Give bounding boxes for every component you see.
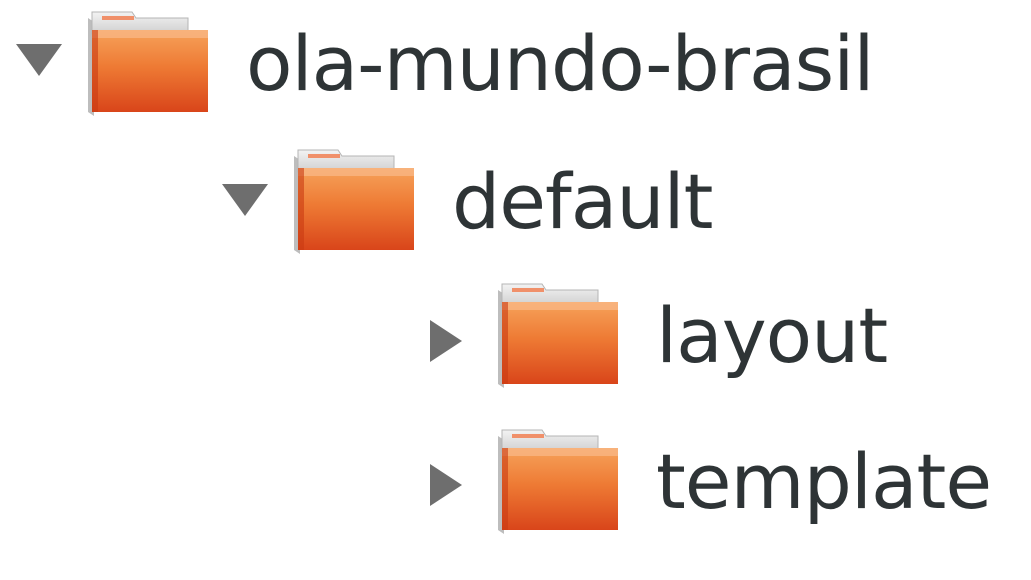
tree-node-ola-mundo-brasil[interactable]: ola-mundo-brasil: [0, 0, 1031, 120]
folder-icon: [494, 426, 622, 536]
tree-node-label: default: [452, 157, 713, 246]
tree-node-layout[interactable]: layout: [0, 278, 1031, 398]
tree-node-default[interactable]: default: [0, 140, 1031, 260]
tree-node-label: template: [656, 437, 992, 526]
tree-node-label: layout: [656, 291, 888, 380]
tree-node-label: ola-mundo-brasil: [246, 19, 874, 108]
collapsed-arrow-icon[interactable]: [424, 460, 474, 580]
folder-tree: ola-mundo-brasil default layout template: [0, 0, 1031, 535]
tree-node-template[interactable]: template: [0, 420, 1031, 540]
collapsed-arrow-icon[interactable]: [424, 316, 474, 436]
folder-icon: [84, 8, 212, 118]
folder-icon: [494, 280, 622, 390]
folder-icon: [290, 146, 418, 256]
